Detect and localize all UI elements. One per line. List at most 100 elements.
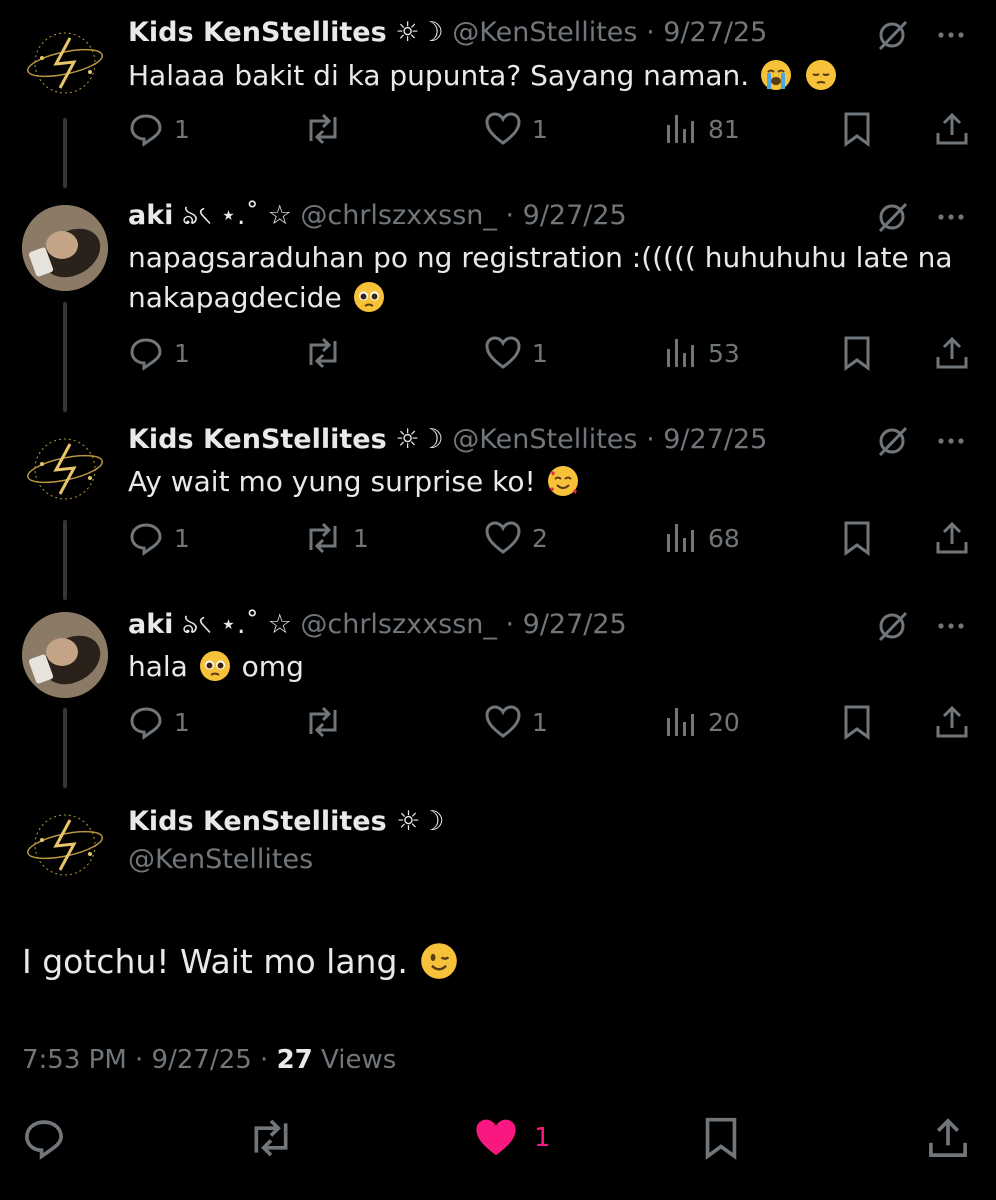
reply-header: Kids KenStellites ☼☽ @KenStellites · 9/2… xyxy=(128,16,767,50)
reply-button[interactable]: 1 xyxy=(128,331,190,375)
author-handle[interactable]: @chrlszxxssn_ xyxy=(300,609,497,640)
like-button[interactable]: 1 xyxy=(472,1114,551,1162)
reply-button[interactable]: 1 xyxy=(128,516,190,560)
author-handle[interactable]: @KenStellites xyxy=(128,843,313,877)
avatar[interactable] xyxy=(22,800,108,886)
repost-button[interactable] xyxy=(246,1114,296,1162)
view-count: 53 xyxy=(708,338,740,368)
author-name[interactable]: aki xyxy=(128,200,173,231)
author-decoration: ☼☽ xyxy=(395,17,444,48)
share-button[interactable] xyxy=(926,1114,970,1162)
main-tweet-content: I gotchu! Wait mo lang. xyxy=(22,942,408,981)
grok-icon[interactable] xyxy=(876,200,910,234)
thread-line xyxy=(63,118,67,188)
tweet-timestamp[interactable]: 7:53 PM · 9/27/25 · xyxy=(22,1045,268,1075)
views-button[interactable]: 68 xyxy=(664,516,740,560)
more-icon[interactable] xyxy=(934,200,968,234)
reply-text: napagsaraduhan po ng registration :(((((… xyxy=(128,238,958,318)
bookmark-button[interactable] xyxy=(840,700,874,744)
avatar[interactable] xyxy=(22,424,108,510)
post-date[interactable]: · 9/27/25 xyxy=(646,424,767,455)
bookmark-button[interactable] xyxy=(840,331,874,375)
more-icon[interactable] xyxy=(934,424,968,458)
heart-icon xyxy=(485,705,521,738)
post-date[interactable]: · 9/27/25 xyxy=(505,609,626,640)
views-label: Views xyxy=(321,1045,397,1075)
bookmark-icon xyxy=(705,1117,737,1160)
view-count: 68 xyxy=(708,523,740,553)
reply-actions: 1 1 53 xyxy=(128,331,978,375)
author-handle[interactable]: @KenStellites xyxy=(452,17,637,48)
avatar[interactable] xyxy=(22,205,108,291)
views-button[interactable]: 53 xyxy=(664,331,740,375)
bookmark-icon xyxy=(844,521,870,556)
reply-actions: 1 1 20 xyxy=(128,700,978,744)
grok-icon[interactable] xyxy=(876,424,910,458)
reply-icon xyxy=(130,523,162,556)
reply-actions: 1 1 2 68 xyxy=(128,516,978,560)
views-icon xyxy=(667,339,694,367)
repost-button[interactable] xyxy=(303,331,353,375)
repost-button[interactable]: 1 xyxy=(303,516,369,560)
more-icon[interactable] xyxy=(934,609,968,643)
bookmark-button[interactable] xyxy=(700,1114,742,1162)
author-name: Kids KenStellites xyxy=(128,806,387,837)
grok-icon[interactable] xyxy=(876,18,910,52)
share-icon xyxy=(936,112,968,145)
reply-count: 1 xyxy=(174,523,190,553)
reply-button[interactable]: 1 xyxy=(128,700,190,744)
post-date[interactable]: · 9/27/25 xyxy=(505,200,626,231)
reply-icon xyxy=(130,707,162,740)
view-count: 20 xyxy=(708,707,740,737)
author-name[interactable]: aki xyxy=(128,609,173,640)
heart-icon xyxy=(485,521,521,554)
reply-text: Ay wait mo yung surprise ko! xyxy=(128,462,958,502)
avatar[interactable] xyxy=(22,18,108,104)
author-name[interactable]: Kids KenStellites xyxy=(128,17,387,48)
reply-text-content: hala xyxy=(128,650,188,683)
author-handle[interactable]: @chrlszxxssn_ xyxy=(300,200,497,231)
like-button[interactable]: 1 xyxy=(484,331,548,375)
kenstellites-logo xyxy=(27,32,103,94)
author-name[interactable]: Kids KenStellites xyxy=(128,424,387,455)
reply-count: 1 xyxy=(174,114,190,144)
bookmark-button[interactable] xyxy=(840,516,874,560)
repost-button[interactable] xyxy=(303,107,353,151)
like-button[interactable]: 1 xyxy=(484,700,548,744)
repost-icon xyxy=(309,706,337,738)
reply-text-content: Ay wait mo yung surprise ko! xyxy=(128,465,536,498)
repost-button[interactable] xyxy=(303,700,353,744)
reply-count: 1 xyxy=(174,707,190,737)
main-author[interactable]: Kids KenStellites ☼☽ xyxy=(128,805,445,839)
reply-button[interactable]: 1 xyxy=(128,107,190,151)
views-icon xyxy=(667,708,694,736)
profile-photo xyxy=(22,612,108,698)
author-handle[interactable]: @KenStellites xyxy=(452,424,637,455)
bookmark-button[interactable] xyxy=(840,107,874,151)
share-button[interactable] xyxy=(934,107,970,151)
author-decoration: ঌ৻ ⋆.˚ ☆ xyxy=(182,200,292,231)
smiling-face-with-hearts-icon xyxy=(547,466,578,496)
tweet-meta: 7:53 PM · 9/27/25 · 27 Views xyxy=(22,1043,396,1077)
reply-header: Kids KenStellites ☼☽ @KenStellites · 9/2… xyxy=(128,423,767,457)
like-count: 2 xyxy=(532,523,548,553)
post-date[interactable]: · 9/27/25 xyxy=(646,17,767,48)
share-icon xyxy=(936,336,968,369)
share-button[interactable] xyxy=(934,516,970,560)
heart-filled-icon xyxy=(476,1119,516,1156)
more-icon[interactable] xyxy=(934,18,968,52)
views-button[interactable]: 81 xyxy=(664,107,740,151)
loudly-crying-face-icon xyxy=(761,60,792,90)
like-button[interactable]: 1 xyxy=(484,107,548,151)
author-decoration: ঌ৻ ⋆.˚ ☆ xyxy=(182,609,292,640)
reply-button[interactable] xyxy=(22,1114,66,1162)
heart-icon xyxy=(485,112,521,145)
share-icon xyxy=(936,705,968,738)
reply-icon xyxy=(130,114,162,147)
like-button[interactable]: 2 xyxy=(484,516,548,560)
views-button[interactable]: 20 xyxy=(664,700,740,744)
grok-icon[interactable] xyxy=(876,609,910,643)
avatar[interactable] xyxy=(22,612,108,698)
share-button[interactable] xyxy=(934,331,970,375)
share-button[interactable] xyxy=(934,700,970,744)
